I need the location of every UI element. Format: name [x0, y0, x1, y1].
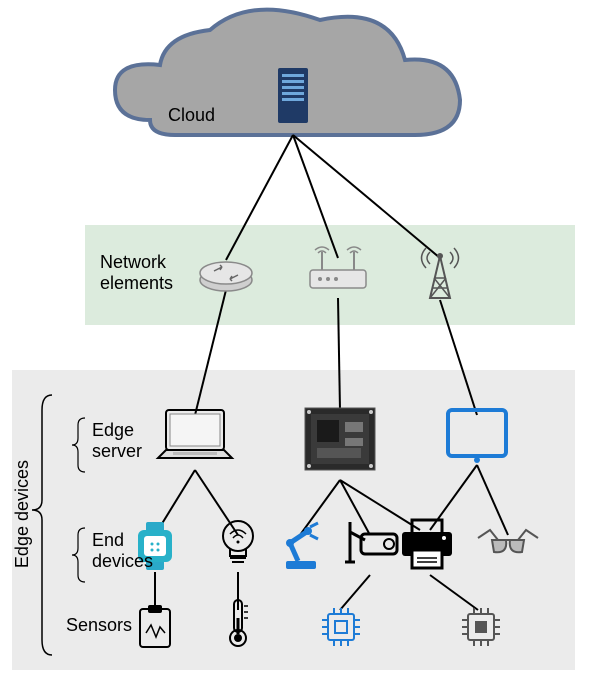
robot-arm-icon [278, 525, 322, 569]
edge-devices-label: Edge devices [12, 460, 33, 568]
chip-icon [322, 608, 360, 646]
wireless-router-icon [310, 244, 366, 288]
sensors-label: Sensors [66, 615, 132, 636]
smart-glasses-icon [478, 530, 538, 556]
cell-tower-icon [422, 248, 458, 300]
laptop-icon [158, 410, 232, 460]
cloud-label: Cloud [168, 105, 215, 126]
tablet-icon [448, 410, 506, 464]
printer-icon [402, 520, 452, 568]
smartwatch-icon [138, 522, 172, 570]
security-camera-icon [345, 522, 399, 564]
server-icon [278, 68, 308, 123]
smart-bulb-icon [222, 520, 254, 564]
router-icon [200, 255, 252, 291]
network-elements-label: Network elements [100, 252, 180, 294]
clipboard-sensor-icon [140, 605, 170, 647]
chip-icon [462, 608, 500, 646]
thermometer-icon [230, 600, 250, 646]
edge-server-label: Edge server [92, 420, 162, 462]
dev-board-icon [305, 408, 375, 470]
